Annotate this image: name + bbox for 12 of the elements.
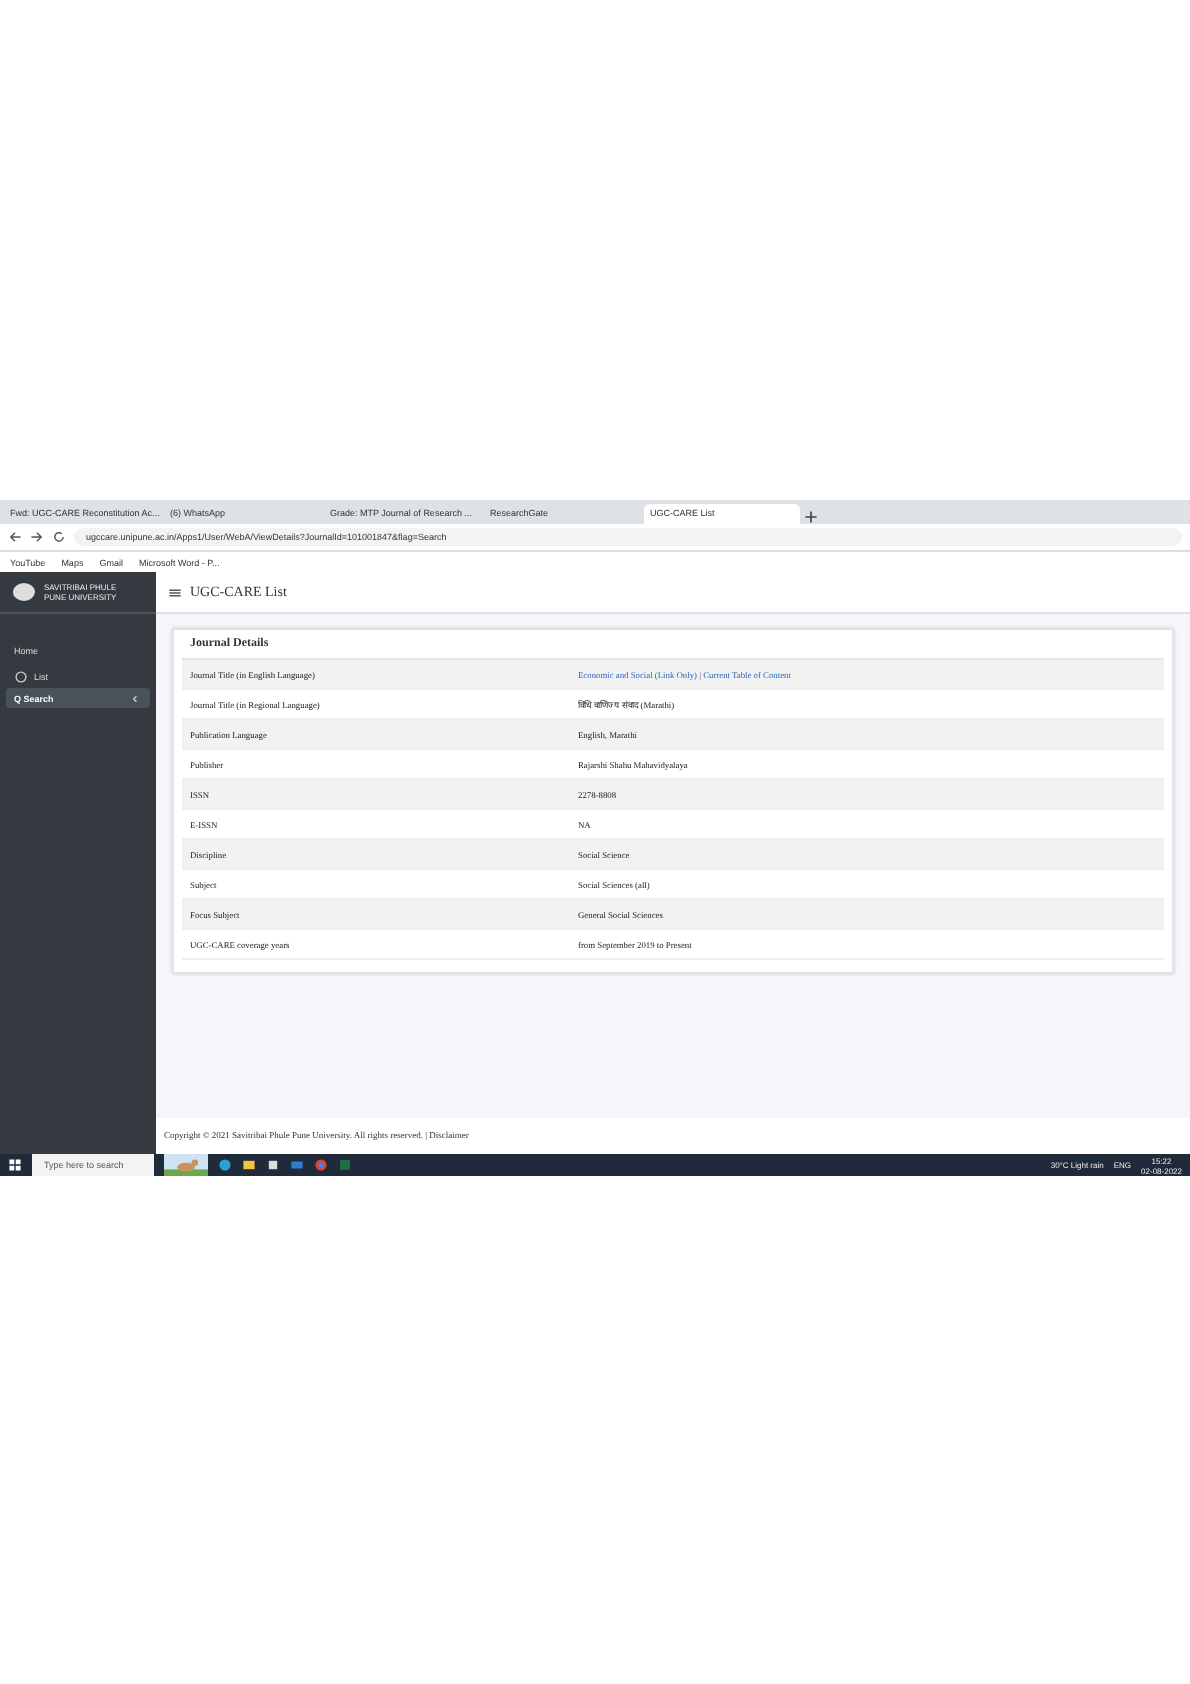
forward-arrow-icon[interactable]	[30, 530, 44, 544]
plus-icon[interactable]	[804, 510, 818, 524]
menu-icon[interactable]	[168, 585, 182, 599]
circle-icon	[14, 669, 28, 683]
chevron-left-icon	[128, 691, 142, 705]
windows-icon[interactable]	[8, 1158, 22, 1172]
spreadsheet-icon[interactable]	[338, 1158, 352, 1172]
reload-icon[interactable]	[52, 530, 66, 544]
mail-icon[interactable]	[290, 1158, 304, 1172]
back-arrow-icon[interactable]	[8, 530, 22, 544]
chrome-icon[interactable]	[314, 1158, 328, 1172]
folder-icon[interactable]	[242, 1158, 256, 1172]
